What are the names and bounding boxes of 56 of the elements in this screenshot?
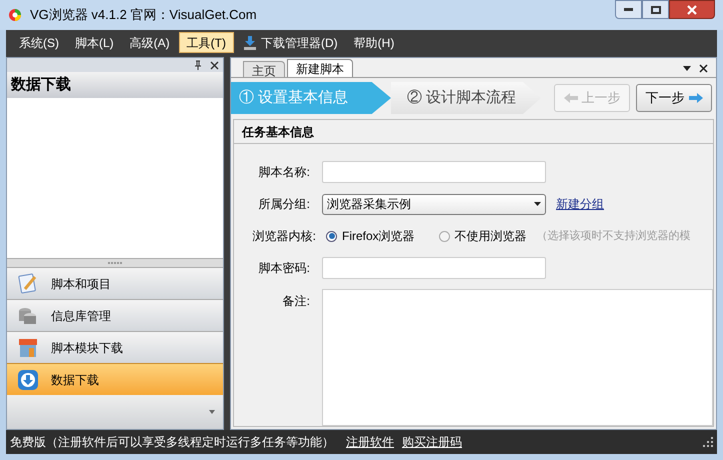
- nav-item[interactable]: 脚本和项目: [7, 267, 223, 299]
- field-label: 脚本名称:: [258, 164, 310, 181]
- notes-field[interactable]: [322, 289, 713, 426]
- radio-option[interactable]: 不使用浏览器: [438, 227, 527, 245]
- menu-item[interactable]: 工具(T): [178, 32, 234, 53]
- window-title: VG浏览器 v4.1.2 官网：VisualGet.Com: [30, 6, 258, 24]
- hint-text: （选择该项时不支持浏览器的模: [536, 228, 691, 244]
- menu-item[interactable]: 高级(A): [122, 32, 177, 53]
- new-group-link[interactable]: 新建分组: [556, 195, 604, 213]
- menu-item[interactable]: 帮助(H): [346, 32, 402, 53]
- status-link[interactable]: 注册软件: [346, 433, 394, 451]
- minimize-icon: [624, 8, 633, 11]
- nav-item[interactable]: 信息库管理: [7, 299, 223, 331]
- name-input[interactable]: [322, 161, 546, 183]
- pin-icon[interactable]: [194, 60, 202, 70]
- left-arrow-icon: [564, 93, 578, 103]
- maximize-icon: [650, 6, 660, 14]
- tab[interactable]: 主页: [243, 61, 285, 77]
- step-indicator: ① 设置基本信息: [231, 82, 391, 114]
- section-title: 任务基本信息: [234, 120, 713, 144]
- shop-icon: [17, 336, 39, 358]
- tab[interactable]: 新建脚本: [287, 59, 353, 77]
- download-icon: [17, 368, 39, 390]
- field-label: 浏览器内核:: [252, 228, 316, 245]
- notepad-icon: [17, 272, 39, 294]
- radio-option[interactable]: Firefox浏览器: [326, 227, 415, 245]
- status-text: 免费版（注册软件后可以享受多线程定时运行多任务等功能）: [10, 434, 334, 451]
- field-label: 脚本密码:: [258, 260, 310, 277]
- radio-button[interactable]: [326, 230, 337, 242]
- close-icon[interactable]: [210, 60, 219, 70]
- step-indicator: ② 设计脚本流程: [391, 82, 541, 114]
- status-link[interactable]: 购买注册码: [402, 433, 462, 451]
- maximize-button[interactable]: [642, 0, 669, 19]
- nav-item[interactable]: 数据下载: [7, 363, 223, 395]
- download-tray-icon: [243, 36, 257, 50]
- dropdown-arrow-icon[interactable]: [683, 66, 691, 71]
- resize-grip-icon[interactable]: [703, 437, 713, 447]
- caret-icon: [534, 202, 541, 206]
- menu-item[interactable]: 系统(S): [12, 32, 66, 53]
- close-button[interactable]: [669, 0, 715, 19]
- splitter-handle[interactable]: [7, 259, 223, 267]
- group-dropdown[interactable]: 浏览器采集示例: [322, 194, 546, 214]
- panel-title: 数据下载: [7, 72, 223, 98]
- password-input[interactable]: [322, 257, 546, 279]
- nav-item[interactable]: 脚本模块下载: [7, 331, 223, 363]
- close-icon: [687, 4, 697, 14]
- menu-item[interactable]: 脚本(L): [68, 32, 121, 53]
- field-label: 备注:: [282, 293, 310, 310]
- next-button[interactable]: 下一步: [636, 84, 712, 112]
- minimize-button[interactable]: [615, 0, 642, 19]
- menu-item[interactable]: 下载管理器(D): [236, 32, 345, 53]
- close-icon[interactable]: [699, 64, 708, 73]
- radio-button[interactable]: [438, 230, 450, 242]
- right-arrow-icon: [688, 93, 702, 103]
- field-label: 所属分组:: [258, 196, 310, 213]
- app-logo-icon: [8, 8, 22, 22]
